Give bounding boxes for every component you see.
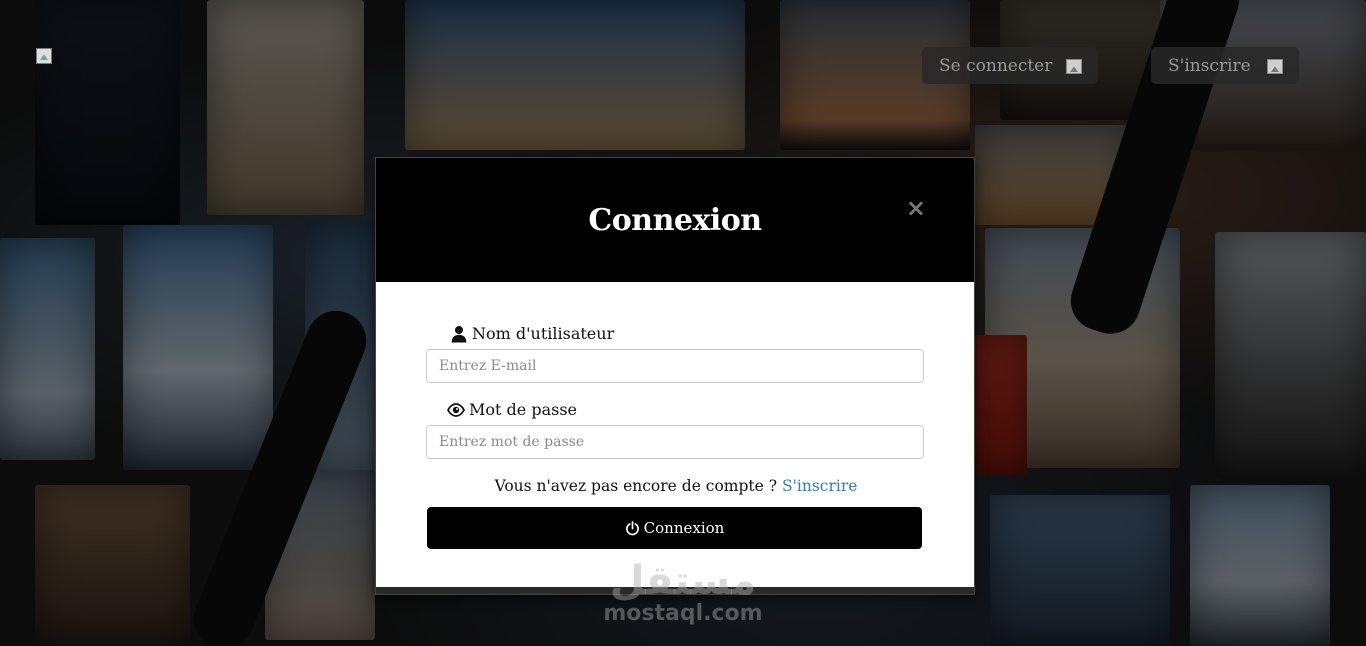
username-label: Nom d'utilisateur (450, 324, 614, 343)
broken-image-icon (36, 48, 52, 64)
modal-body: Nom d'utilisateur Mot de passe Vous n'av… (376, 282, 974, 588)
modal-header: Connexion × (376, 158, 974, 282)
password-label: Mot de passe (447, 400, 577, 419)
modal-title: Connexion (588, 202, 762, 238)
close-icon[interactable]: × (906, 194, 926, 222)
password-label-text: Mot de passe (469, 400, 577, 419)
se-connecter-button[interactable]: Se connecter (922, 47, 1098, 84)
eye-icon (447, 402, 465, 417)
se-connecter-label: Se connecter (939, 55, 1053, 76)
signup-link[interactable]: S'inscrire (782, 477, 857, 495)
login-modal: Connexion × Nom d'utilisateur Mot de pas… (375, 157, 975, 595)
user-icon (451, 325, 467, 342)
email-field[interactable] (426, 349, 924, 383)
power-icon (625, 520, 639, 535)
broken-image-icon (1066, 59, 1082, 74)
watermark: مستقل mostaql.com (598, 560, 768, 626)
watermark-arabic: مستقل (609, 558, 757, 604)
inscrire-button[interactable]: S'inscrire (1151, 47, 1299, 84)
password-field[interactable] (426, 425, 924, 459)
signup-prompt: Vous n'avez pas encore de compte ? S'ins… (376, 477, 976, 495)
no-account-text: Vous n'avez pas encore de compte ? (494, 477, 778, 495)
watermark-latin: mostaql.com (603, 601, 763, 626)
connexion-button[interactable]: Connexion (427, 507, 922, 549)
inscrire-label: S'inscrire (1168, 55, 1251, 76)
broken-image-icon (1267, 59, 1283, 74)
connexion-button-label: Connexion (643, 519, 725, 537)
username-label-text: Nom d'utilisateur (472, 324, 615, 343)
